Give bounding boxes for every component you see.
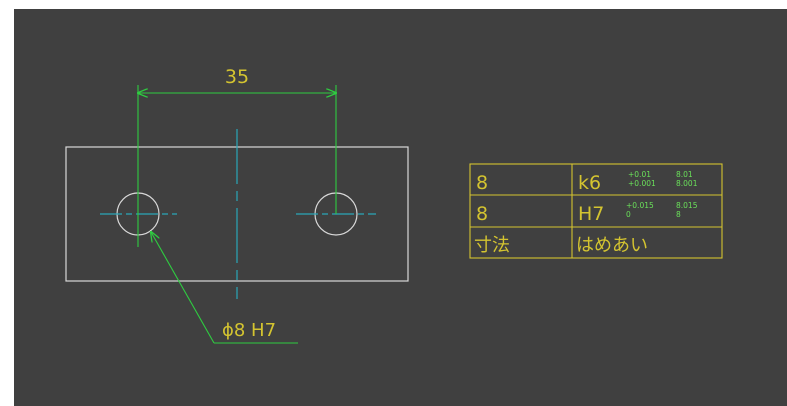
- row2-size: 8: [476, 203, 488, 225]
- drawing-svg: 35 ϕ8 H7 8 k6 +0.01 +0.001 8.01 8.001 8 …: [65, 66, 723, 344]
- row1-size: 8: [476, 172, 488, 194]
- row2-tol-upper: +0.015: [626, 201, 654, 210]
- cad-drawing-canvas[interactable]: 35 ϕ8 H7 8 k6 +0.01 +0.001 8.01 8.001 8 …: [14, 9, 787, 406]
- hole-callout-text: ϕ8 H7: [222, 320, 276, 341]
- row1-tol-lower: +0.001: [628, 179, 656, 188]
- row1-tol-upper: +0.01: [628, 170, 651, 179]
- header-size: 寸法: [474, 235, 510, 256]
- row1-alt-upper: 8.01: [676, 170, 693, 179]
- row2-alt-lower: 8: [676, 210, 681, 219]
- page: 35 ϕ8 H7 8 k6 +0.01 +0.001 8.01 8.001 8 …: [0, 0, 787, 406]
- row1-alt-lower: 8.001: [676, 179, 698, 188]
- header-fit: はめあい: [576, 235, 648, 256]
- row1-fit: k6: [578, 172, 601, 194]
- row2-alt-upper: 8.015: [676, 201, 698, 210]
- leader-line: [151, 232, 215, 344]
- dim-text-35: 35: [225, 66, 249, 88]
- row2-tol-lower: 0: [626, 210, 631, 219]
- row2-fit: H7: [578, 203, 604, 225]
